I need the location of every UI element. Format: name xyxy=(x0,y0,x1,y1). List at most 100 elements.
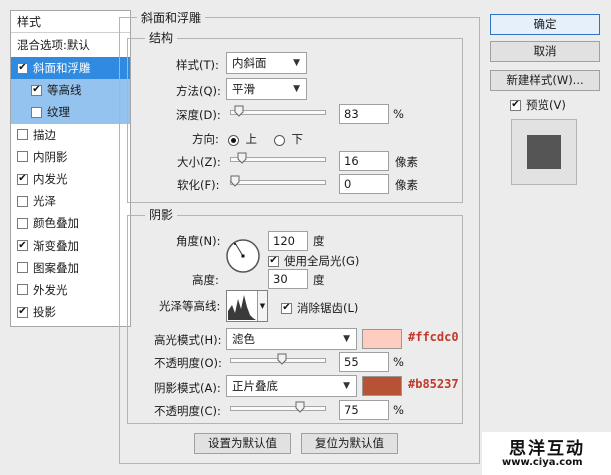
highlight-mode-label: 高光模式(H): xyxy=(154,333,222,347)
depth-label: 深度(D): xyxy=(176,108,221,122)
shadow-mode-value: 正片叠底 xyxy=(232,379,278,393)
highlight-color-hex: #ffcdc0 xyxy=(408,330,459,344)
checkbox-icon[interactable] xyxy=(17,129,28,141)
preview-checkbox[interactable]: 预览(V) xyxy=(510,97,566,113)
make-default-button[interactable]: 设置为默认值 xyxy=(194,433,291,454)
shading-title: 阴影 xyxy=(145,206,178,223)
angle-input[interactable]: 120 xyxy=(268,231,308,251)
altitude-unit: 度 xyxy=(313,273,325,287)
technique-select-value: 平滑 xyxy=(232,82,255,96)
checkbox-icon[interactable] xyxy=(17,306,28,318)
checkbox-icon[interactable] xyxy=(17,217,28,229)
style-item-label: 渐变叠加 xyxy=(33,238,79,253)
style-item-label: 描边 xyxy=(33,127,56,142)
altitude-label: 高度: xyxy=(192,273,219,287)
anti-aliased-checkbox[interactable]: 消除锯齿(L) xyxy=(281,300,358,316)
soften-unit: 像素 xyxy=(395,178,418,192)
style-item[interactable]: 内阴影 xyxy=(11,146,130,168)
depth-slider-thumb[interactable] xyxy=(234,105,244,117)
shadow-mode-label: 阴影模式(A): xyxy=(154,381,221,395)
checkbox-icon[interactable] xyxy=(17,262,28,274)
angle-dial[interactable] xyxy=(225,238,261,274)
highlight-mode-select[interactable]: 滤色 ▼ xyxy=(226,328,357,350)
style-item-label: 光泽 xyxy=(33,194,56,209)
checkbox-icon xyxy=(510,99,521,111)
highlight-opacity-input[interactable]: 55 xyxy=(339,352,389,372)
style-select-value: 内斜面 xyxy=(232,56,267,70)
bevel-emboss-title: 斜面和浮雕 xyxy=(137,9,206,26)
direction-down-radio[interactable]: 下 xyxy=(274,131,303,147)
direction-down-label: 下 xyxy=(291,132,304,146)
chevron-down-icon: ▼ xyxy=(343,381,350,391)
anti-aliased-label: 消除锯齿(L) xyxy=(297,301,359,315)
checkbox-icon[interactable] xyxy=(17,240,28,252)
shadow-color-swatch[interactable] xyxy=(362,376,402,396)
direction-label: 方向: xyxy=(192,132,219,146)
chevron-down-icon: ▼ xyxy=(293,84,300,94)
cancel-button[interactable]: 取消 xyxy=(490,41,600,62)
soften-label: 软化(F): xyxy=(177,178,220,192)
checkbox-icon[interactable] xyxy=(17,62,28,74)
soften-slider-thumb[interactable] xyxy=(230,175,240,187)
style-item-label: 外发光 xyxy=(33,282,68,297)
style-item[interactable]: 渐变叠加 xyxy=(11,235,130,257)
style-item[interactable]: 等高线 xyxy=(11,79,130,102)
size-slider-thumb[interactable] xyxy=(237,152,247,164)
size-label: 大小(Z): xyxy=(177,155,221,169)
gloss-contour-picker[interactable]: ▼ xyxy=(226,290,268,322)
style-item[interactable]: 光泽 xyxy=(11,190,130,212)
depth-unit: % xyxy=(393,107,404,121)
ok-button[interactable]: 确定 xyxy=(490,14,600,35)
depth-input[interactable]: 83 xyxy=(339,104,389,124)
reset-default-button[interactable]: 复位为默认值 xyxy=(301,433,398,454)
size-input[interactable]: 16 xyxy=(339,151,389,171)
soften-slider[interactable] xyxy=(230,175,326,187)
chevron-down-icon: ▼ xyxy=(293,58,300,68)
style-item[interactable]: 内发光 xyxy=(11,168,130,190)
highlight-opacity-slider[interactable] xyxy=(230,353,326,365)
style-item[interactable]: 投影 xyxy=(11,301,130,323)
new-style-button[interactable]: 新建样式(W)... xyxy=(490,70,600,91)
checkbox-icon[interactable] xyxy=(31,84,42,96)
size-unit: 像素 xyxy=(395,155,418,169)
checkbox-icon[interactable] xyxy=(31,106,42,118)
soften-input[interactable]: 0 xyxy=(339,174,389,194)
checkbox-icon[interactable] xyxy=(17,151,28,163)
checkbox-icon[interactable] xyxy=(17,284,28,296)
style-item[interactable]: 图案叠加 xyxy=(11,257,130,279)
direction-up-label: 上 xyxy=(245,132,258,146)
style-item[interactable]: 纹理 xyxy=(11,101,130,124)
direction-up-radio[interactable]: 上 xyxy=(228,131,257,147)
radio-icon xyxy=(274,134,285,146)
gloss-contour-label: 光泽等高线: xyxy=(159,299,221,313)
style-item[interactable]: 外发光 xyxy=(11,279,130,301)
style-item-label: 图案叠加 xyxy=(33,260,79,275)
angle-unit: 度 xyxy=(313,234,325,248)
size-slider[interactable] xyxy=(230,152,326,164)
shadow-color-hex: #b85237 xyxy=(408,377,459,391)
style-item[interactable]: 颜色叠加 xyxy=(11,212,130,234)
global-light-checkbox[interactable]: 使用全局光(G) xyxy=(268,253,359,269)
blend-options-item[interactable]: 混合选项:默认 xyxy=(11,33,130,57)
shadow-opacity-slider-thumb[interactable] xyxy=(295,401,304,413)
shadow-opacity-slider[interactable] xyxy=(230,401,326,413)
style-item[interactable]: 斜面和浮雕 xyxy=(11,57,130,80)
style-item-label: 内发光 xyxy=(33,172,68,187)
checkbox-icon[interactable] xyxy=(17,173,28,185)
style-select[interactable]: 内斜面 ▼ xyxy=(226,52,307,74)
angle-label: 角度(N): xyxy=(176,234,221,248)
shadow-opacity-input[interactable]: 75 xyxy=(339,400,389,420)
altitude-input[interactable]: 30 xyxy=(268,269,308,289)
technique-select[interactable]: 平滑 ▼ xyxy=(226,78,307,100)
contour-thumbnail-icon xyxy=(228,295,256,320)
watermark-title: 思洋互动 xyxy=(509,439,585,459)
style-item[interactable]: 描边 xyxy=(11,124,130,146)
checkbox-icon xyxy=(281,302,292,314)
technique-label: 方法(Q): xyxy=(176,84,221,98)
depth-slider[interactable] xyxy=(230,105,326,117)
style-item-label: 斜面和浮雕 xyxy=(33,61,91,76)
checkbox-icon[interactable] xyxy=(17,195,28,207)
highlight-color-swatch[interactable] xyxy=(362,329,402,349)
shadow-mode-select[interactable]: 正片叠底 ▼ xyxy=(226,375,357,397)
highlight-opacity-slider-thumb[interactable] xyxy=(277,353,287,365)
